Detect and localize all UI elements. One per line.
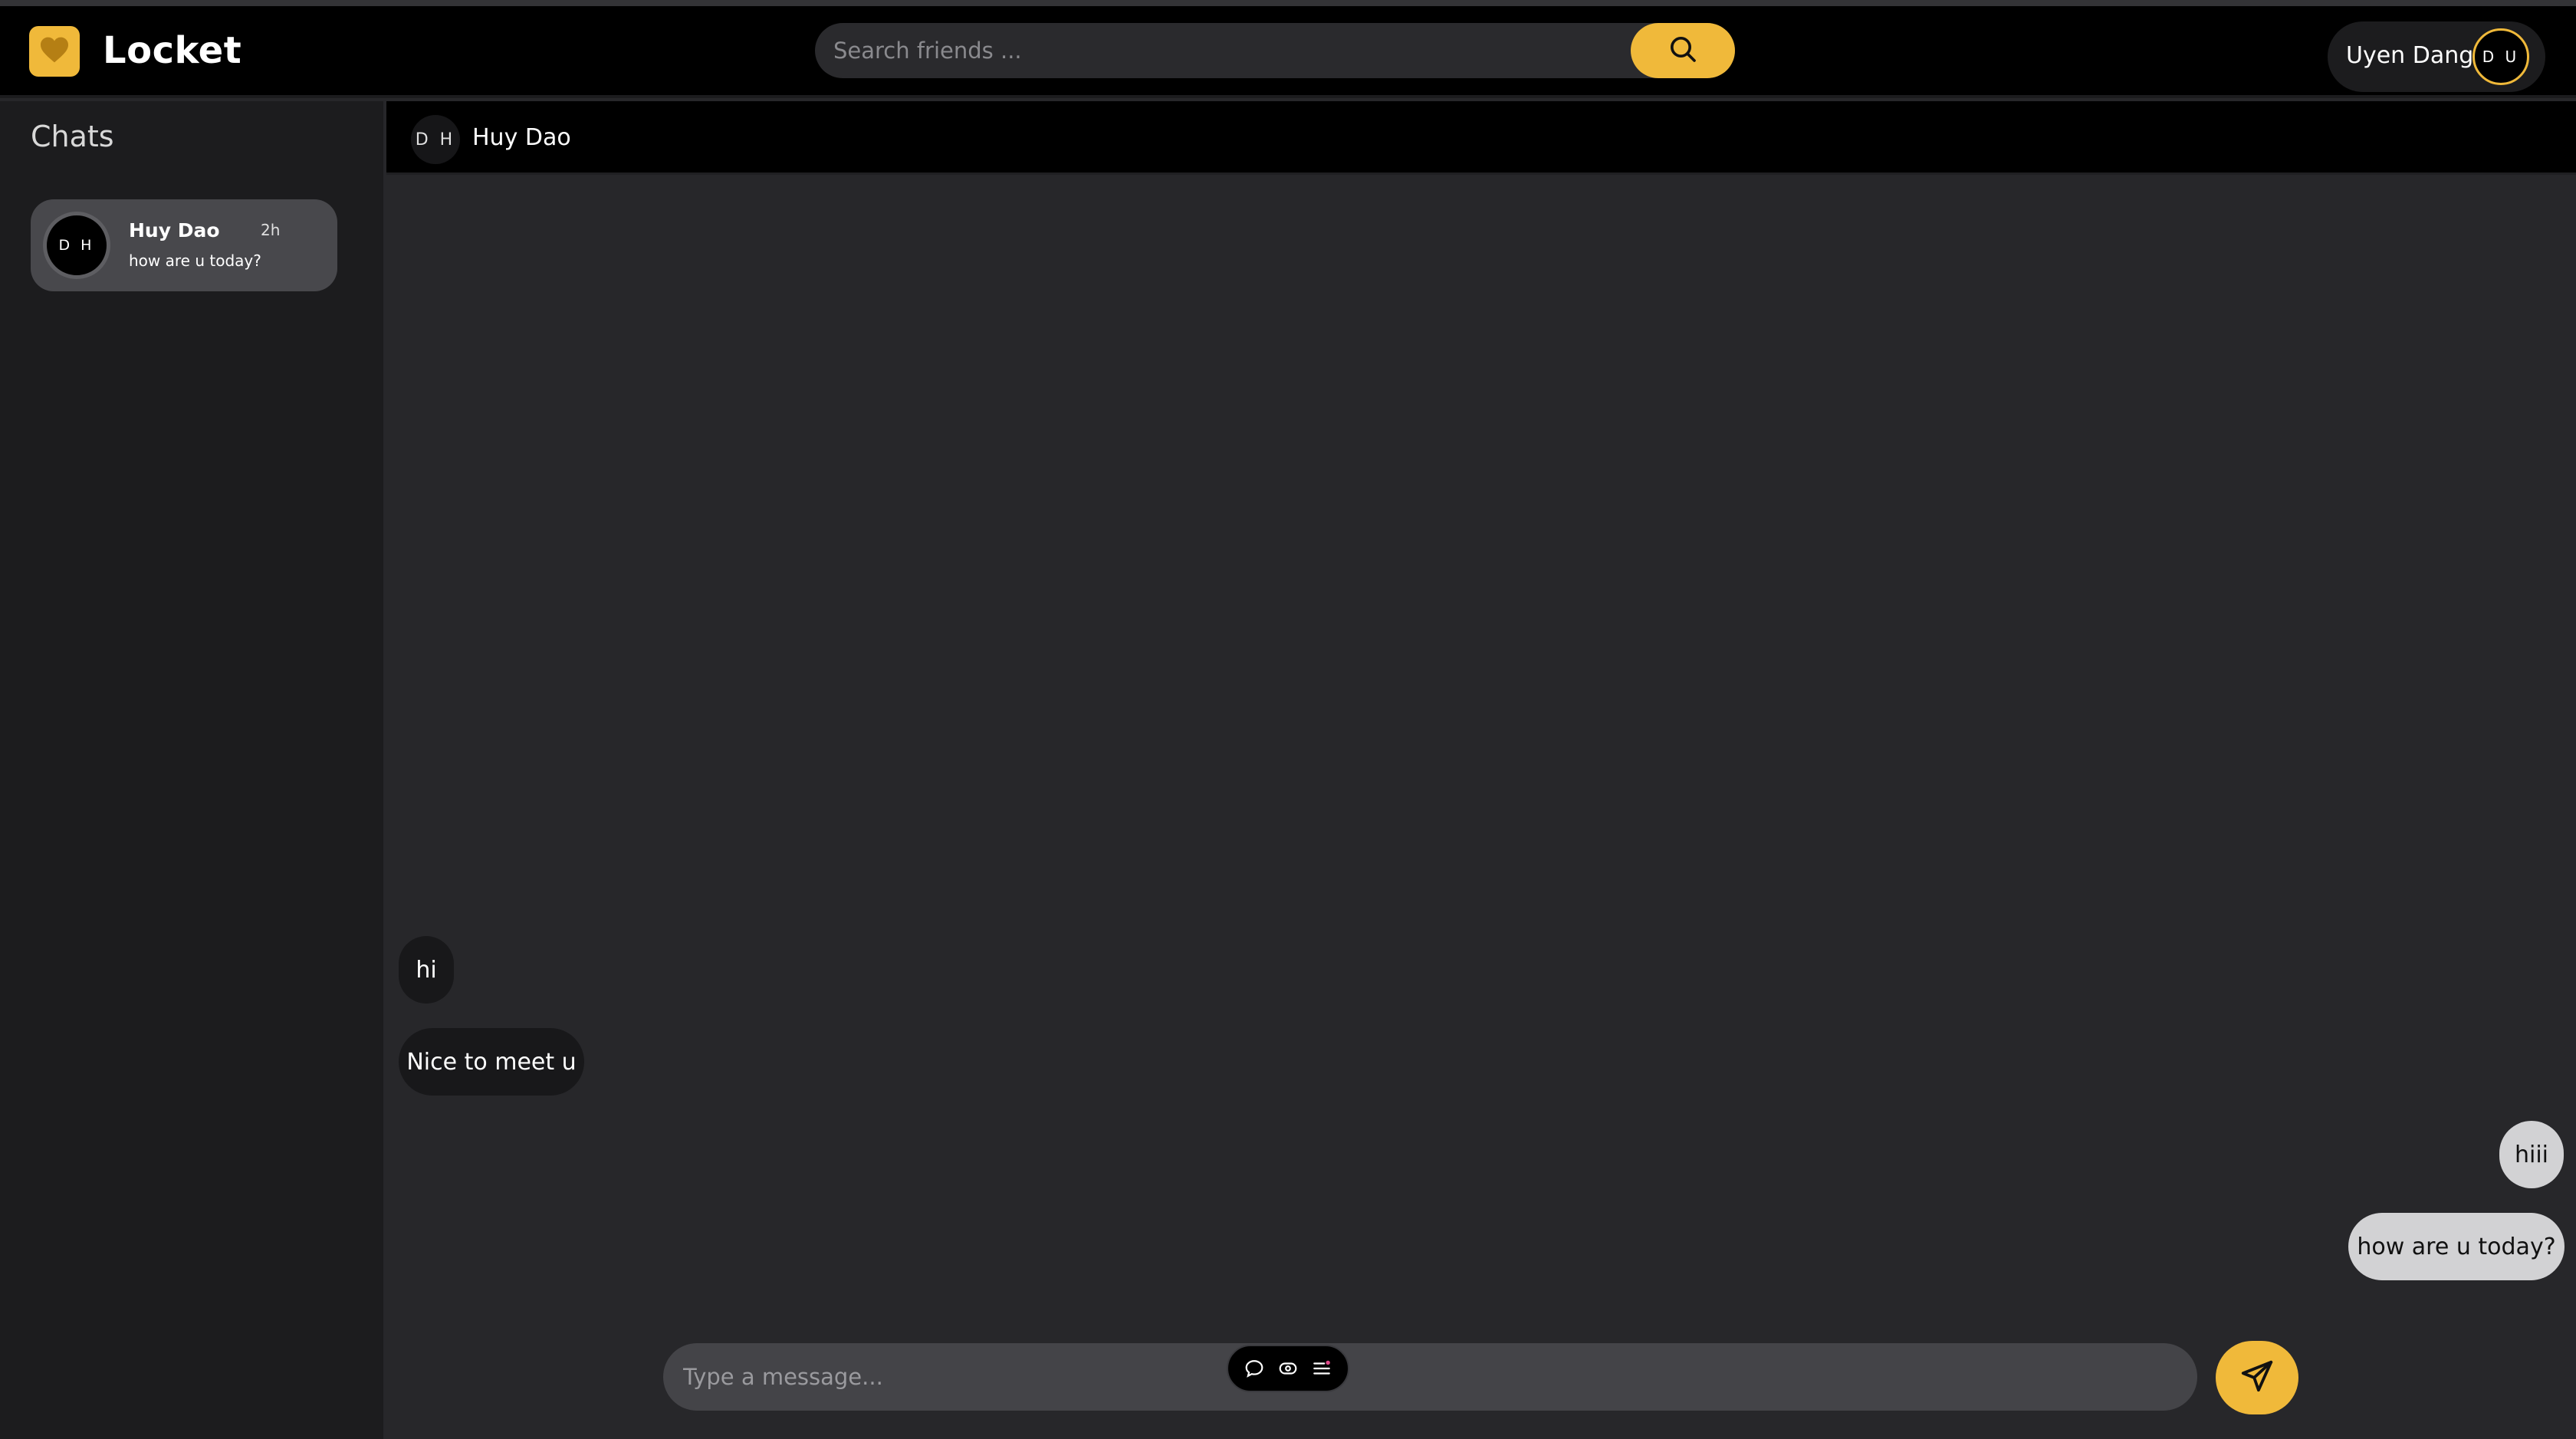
send-button[interactable] — [2216, 1341, 2298, 1414]
message-input[interactable] — [683, 1343, 2170, 1411]
emoji-icon[interactable] — [1278, 1359, 1298, 1378]
avatar[interactable]: D H — [411, 115, 460, 164]
message-incoming[interactable]: hi — [399, 936, 454, 1004]
chat-last-message: how are u today? — [129, 251, 261, 270]
chat-contact-name: Huy Dao — [129, 219, 220, 241]
chat-timestamp: 2h — [261, 221, 281, 239]
app-title[interactable]: Locket — [103, 29, 242, 72]
message-outgoing[interactable]: how are u today? — [2348, 1213, 2564, 1280]
search-input[interactable] — [833, 23, 1600, 78]
chat-list-item[interactable]: D H Huy Dao 2h how are u today? — [31, 199, 337, 291]
chat-bubble-icon[interactable] — [1244, 1359, 1264, 1378]
app-logo[interactable] — [29, 26, 80, 77]
chats-sidebar: Chats D H Huy Dao 2h how are u today? — [0, 101, 383, 1439]
avatar: D H — [43, 212, 110, 279]
menu-lines-icon[interactable] — [1312, 1359, 1332, 1378]
conversation-header: D H Huy Dao — [386, 101, 2576, 175]
message-incoming[interactable]: Nice to meet u — [399, 1028, 584, 1096]
window-top-border — [0, 0, 2576, 6]
top-navbar: Locket Uyen Dang D U — [0, 6, 2576, 98]
heart-icon — [39, 36, 70, 67]
search-bar — [815, 23, 1735, 78]
send-icon — [2239, 1359, 2275, 1397]
search-button[interactable] — [1631, 23, 1735, 78]
user-avatar[interactable]: D U — [2472, 28, 2529, 85]
user-name: Uyen Dang — [2346, 42, 2474, 69]
message-outgoing[interactable]: hiii — [2499, 1121, 2564, 1188]
user-menu[interactable]: Uyen Dang D U — [2328, 21, 2545, 92]
conversation-contact-name[interactable]: Huy Dao — [472, 124, 571, 151]
sidebar-title: Chats — [31, 120, 114, 153]
composer-toolbar — [1227, 1345, 1349, 1392]
message-composer — [663, 1343, 2197, 1411]
search-icon — [1668, 34, 1698, 67]
